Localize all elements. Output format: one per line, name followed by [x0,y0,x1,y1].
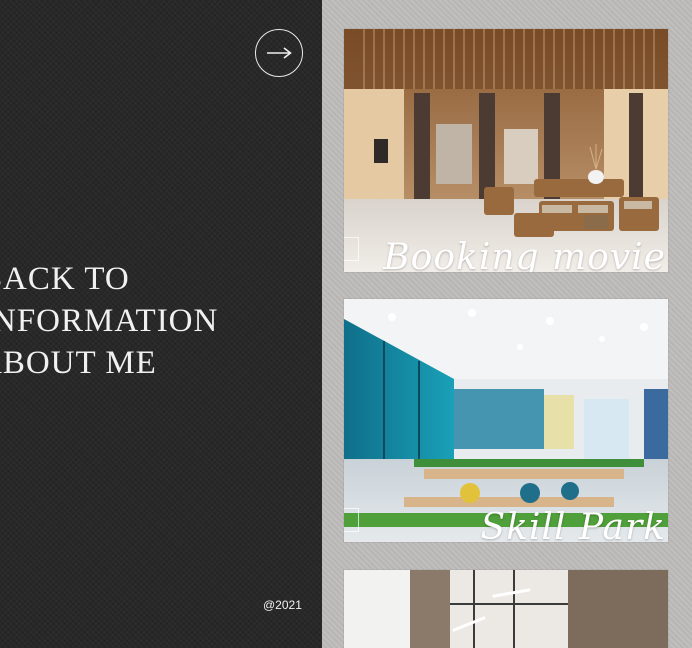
project-card-3[interactable] [344,570,668,648]
heading-line-2: INFORMATION [0,303,219,339]
lobby-image [344,29,668,272]
project-card-booking-movie[interactable]: Booking movie [344,29,668,272]
project-card-skill-park[interactable]: Skill Park [344,299,668,542]
back-to-info-heading[interactable]: BACK TO INFORMATION ABOUT ME [0,258,322,384]
heading-line-3: ABOUT ME [0,345,157,381]
card-corner-tag [344,508,359,532]
project-caption: Skill Park [480,507,666,542]
card-corner-tag [344,237,359,261]
next-arrow-button[interactable] [255,29,303,77]
copyright-text: @2021 [263,598,302,612]
heading-line-1: BACK TO [0,261,130,297]
project-caption: Booking movie [383,237,666,272]
interior-image [344,570,668,648]
office-image [344,299,668,542]
info-panel: BACK TO INFORMATION ABOUT ME @2021 [0,0,322,648]
arrow-right-icon [267,47,292,59]
